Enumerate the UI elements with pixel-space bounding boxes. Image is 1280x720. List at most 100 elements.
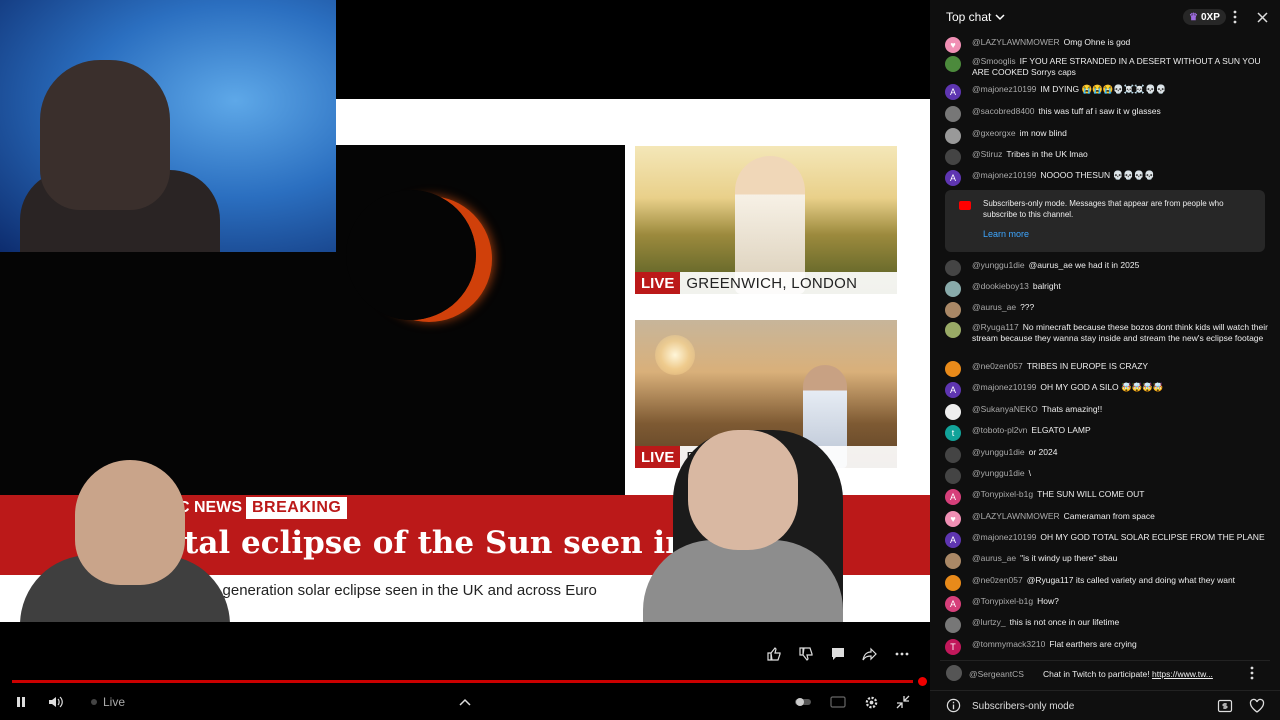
- chat-message[interactable]: A @majonez10199 NOOOO THESUN 💀💀💀💀: [945, 170, 1270, 186]
- volume-button[interactable]: [46, 690, 66, 714]
- learn-more-link[interactable]: Learn more: [983, 229, 1029, 239]
- author-name[interactable]: @gxeorgxe: [972, 128, 1016, 138]
- close-chat-button[interactable]: [1253, 8, 1271, 26]
- author-name[interactable]: @Smooglis: [972, 56, 1016, 66]
- author-name[interactable]: @yunggu1die: [972, 468, 1025, 478]
- avatar[interactable]: [945, 575, 961, 591]
- autoplay-toggle[interactable]: [794, 690, 812, 714]
- settings-button[interactable]: [861, 690, 881, 714]
- super-chat-button[interactable]: [1217, 698, 1233, 719]
- avatar[interactable]: [945, 617, 961, 633]
- chat-toggle-button[interactable]: [828, 642, 848, 666]
- chat-message[interactable]: @yunggu1die @aurus_ae we had it in 2025: [945, 260, 1270, 276]
- author-name[interactable]: @Stiruz: [972, 149, 1002, 159]
- author-name[interactable]: @ne0zen057: [972, 575, 1023, 585]
- progress-bar[interactable]: [12, 680, 913, 683]
- author-name[interactable]: @aurus_ae: [972, 302, 1016, 312]
- author-name[interactable]: @Tonypixel-b1g: [972, 489, 1033, 499]
- avatar[interactable]: [945, 302, 961, 318]
- avatar[interactable]: A: [945, 84, 961, 100]
- chat-message[interactable]: @lurtzy_ this is not once in our lifetime: [945, 617, 1270, 633]
- avatar[interactable]: ♥: [945, 511, 961, 527]
- avatar[interactable]: [945, 361, 961, 377]
- author-name[interactable]: @Tonypixel-b1g: [972, 596, 1033, 606]
- exit-fullscreen-button[interactable]: [893, 690, 913, 714]
- chat-message[interactable]: @yunggu1die \: [945, 468, 1270, 484]
- more-actions-button[interactable]: [892, 642, 912, 666]
- chat-message[interactable]: @gxeorgxe im now blind: [945, 128, 1270, 144]
- message-menu-button[interactable]: [1250, 666, 1254, 685]
- video-frame[interactable]: LIVE GREENWICH, LONDON LIVE BU C NEWS BR…: [0, 0, 930, 622]
- author-name[interactable]: @aurus_ae: [972, 553, 1016, 563]
- author-name[interactable]: @majonez10199: [972, 382, 1036, 392]
- info-button[interactable]: [946, 698, 961, 718]
- like-button[interactable]: [764, 642, 784, 666]
- author-name[interactable]: @tommymack3210: [972, 639, 1045, 649]
- twitch-link[interactable]: https://www.tw...: [1152, 669, 1213, 679]
- chat-message[interactable]: @sacobred8400 this was tuff af i saw it w…: [945, 106, 1270, 122]
- captions-button[interactable]: [828, 690, 848, 714]
- chat-message[interactable]: @aurus_ae "is it windy up there" sbau: [945, 553, 1270, 569]
- expand-chapters-button[interactable]: [456, 690, 474, 714]
- chat-message[interactable]: @yunggu1die or 2024: [945, 447, 1270, 463]
- avatar[interactable]: A: [945, 532, 961, 548]
- avatar[interactable]: [945, 322, 961, 338]
- chat-message[interactable]: @Stiruz Tribes in the UK lmao: [945, 149, 1270, 165]
- dislike-button[interactable]: [796, 642, 816, 666]
- avatar[interactable]: [945, 468, 961, 484]
- chat-message[interactable]: A @majonez10199 IM DYING 😭😭😭💀☠️☠️💀💀: [945, 84, 1270, 100]
- reaction-button[interactable]: [1249, 698, 1265, 719]
- chat-menu-button[interactable]: [1226, 8, 1244, 26]
- author-name[interactable]: @dookieboy13: [972, 281, 1029, 291]
- author-name[interactable]: @ne0zen057: [972, 361, 1023, 371]
- chat-message[interactable]: A @majonez10199 OH MY GOD A SILO 🤯🤯🤯🤯: [945, 382, 1270, 398]
- avatar[interactable]: A: [945, 170, 961, 186]
- scrubber-handle[interactable]: [918, 677, 927, 686]
- author-name[interactable]: @majonez10199: [972, 170, 1036, 180]
- author-name[interactable]: @sacobred8400: [972, 106, 1035, 116]
- chat-message[interactable]: @Ryuga117 No minecraft because these bozo…: [945, 322, 1270, 344]
- author-name[interactable]: @Ryuga117: [972, 322, 1019, 332]
- avatar[interactable]: T: [945, 639, 961, 655]
- avatar[interactable]: A: [945, 596, 961, 612]
- author-name[interactable]: @LAZYLAWNMOWER: [972, 37, 1060, 47]
- author-name[interactable]: @SukanyaNEKO: [972, 404, 1038, 414]
- avatar[interactable]: [945, 56, 961, 72]
- chat-message[interactable]: A @majonez10199 OH MY GOD TOTAL SOLAR ECLI…: [945, 532, 1270, 548]
- chat-message[interactable]: @aurus_ae???: [945, 302, 1270, 318]
- video-player[interactable]: LIVE GREENWICH, LONDON LIVE BU C NEWS BR…: [0, 0, 930, 720]
- chat-message[interactable]: A @Tonypixel-b1g THE SUN WILL COME OUT: [945, 489, 1270, 505]
- xp-badge[interactable]: ♛ 0XP: [1183, 9, 1226, 25]
- chat-message[interactable]: @Smooglis IF YOU ARE STRANDED IN A DESERT…: [945, 56, 1270, 78]
- chat-message[interactable]: T @tommymack3210 Flat earthers are crying: [945, 639, 1270, 655]
- chat-message[interactable]: @SukanyaNEKO Thats amazing!!: [945, 404, 1270, 420]
- avatar[interactable]: ♥: [945, 37, 961, 53]
- chat-message[interactable]: ♥ @LAZYLAWNMOWER Cameraman from space: [945, 511, 1270, 527]
- avatar[interactable]: [945, 106, 961, 122]
- avatar[interactable]: [945, 447, 961, 463]
- author-name[interactable]: @yunggu1die: [972, 260, 1025, 270]
- chat-message[interactable]: @ne0zen057 TRIBES IN EUROPE IS CRAZY: [945, 361, 1270, 377]
- chat-mode-dropdown[interactable]: Top chat: [946, 10, 1005, 24]
- author-name[interactable]: @LAZYLAWNMOWER: [972, 511, 1060, 521]
- author-name[interactable]: @lurtzy_: [972, 617, 1006, 627]
- chat-message[interactable]: @ne0zen057 @Ryuga117 its called variety a…: [945, 575, 1270, 591]
- avatar[interactable]: A: [945, 489, 961, 505]
- chat-message[interactable]: t @toboto-pl2vn ELGATO LAMP: [945, 425, 1270, 441]
- chat-message[interactable]: A @Tonypixel-b1g How?: [945, 596, 1270, 612]
- avatar[interactable]: [945, 281, 961, 297]
- avatar[interactable]: [945, 404, 961, 420]
- chat-message[interactable]: @dookieboy13 balright: [945, 281, 1270, 297]
- author-name[interactable]: @toboto-pl2vn: [972, 425, 1027, 435]
- avatar[interactable]: [945, 149, 961, 165]
- chat-message[interactable]: ♥ @LAZYLAWNMOWER Omg Ohne is god: [945, 37, 1270, 53]
- avatar[interactable]: t: [945, 425, 961, 441]
- pause-button[interactable]: [12, 690, 30, 714]
- author-name[interactable]: @majonez10199: [972, 84, 1036, 94]
- author-name[interactable]: @yunggu1die: [972, 447, 1025, 457]
- author-name[interactable]: @majonez10199: [972, 532, 1036, 542]
- avatar[interactable]: [945, 260, 961, 276]
- avatar[interactable]: A: [945, 382, 961, 398]
- avatar[interactable]: [945, 128, 961, 144]
- live-indicator[interactable]: Live: [88, 690, 128, 714]
